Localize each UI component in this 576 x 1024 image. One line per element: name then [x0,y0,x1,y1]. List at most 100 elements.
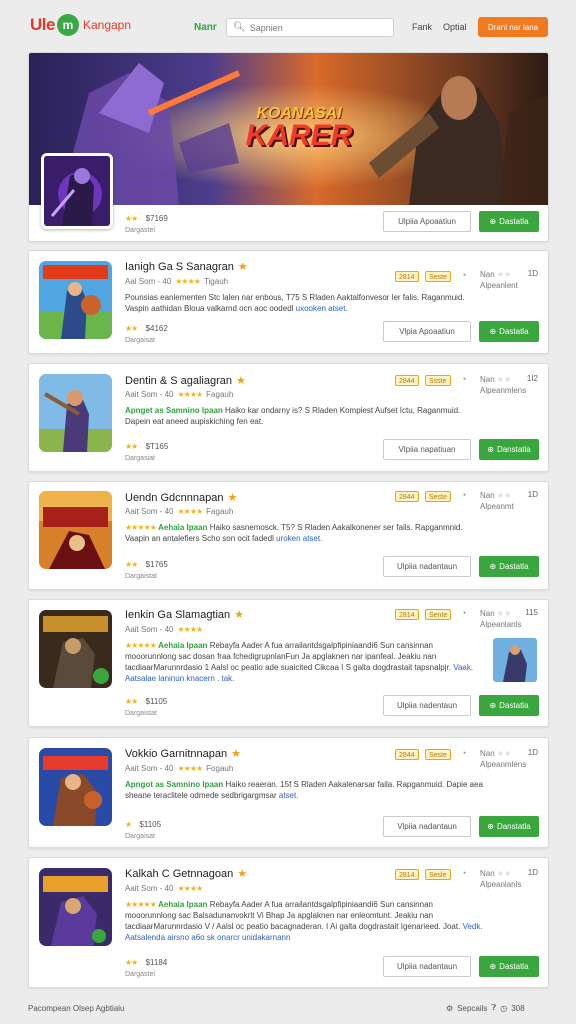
app-description-link[interactable]: atset. [279,791,299,800]
app-card[interactable]: Dentin & S agaliagran ★ Aait Som - 40 ★★★★… [28,363,549,472]
download-icon: ⊕ [489,962,497,971]
app-download-button[interactable]: ⊕ Danstatla [479,816,539,837]
side-info-sub: Alpeanmlens [480,760,527,769]
app-title[interactable]: Ienkin Ga Slamagtian ★ [125,608,244,621]
app-card[interactable]: Uendn Gdcnnnapan ★ Aait Som - 40 ★★★★ Fagau… [28,481,549,590]
app-badge-type: Seste [425,749,451,760]
app-meta: Aait Som - 40 ★★★★ Fagauh [125,507,233,516]
app-description-highlight: Aehaia Ipaan [158,641,208,650]
app-secondary-button[interactable]: Vlpiia napatiuan [383,439,471,460]
info-icon[interactable]: ◔ [461,490,466,500]
app-meta-age: Aait Som - 40 [125,764,174,773]
app-download-button[interactable]: ⊕ Dastatla [479,956,539,977]
info-icon[interactable]: ◔ [461,270,466,280]
app-title[interactable]: Vokkio Garnitnnapan ★ [125,747,241,760]
app-rating-stars: ★ [125,820,132,829]
app-download-button[interactable]: ⊕ Dastatla [479,321,539,342]
app-card[interactable]: Kalkah C Getnnagoan ★ Aait Som - 40 ★★★★ ★… [28,857,549,988]
app-icon[interactable] [39,868,112,946]
search-input[interactable] [249,22,390,33]
featured-download-label: Dastatla [499,217,529,226]
featured-sub-label: Dargastel [125,227,155,234]
app-rating-count: $4162 [145,324,168,333]
logo-mark-icon: m [56,14,79,36]
app-side-info: Nan ★★ Alpeanlent [480,269,518,291]
side-info-number: 1D [527,490,538,499]
app-screenshot-thumbnail[interactable] [493,638,537,682]
info-icon[interactable]: ◔ [461,374,466,384]
app-badge-year: 2844 [395,491,419,502]
app-secondary-button[interactable]: Vlpiia nadantaun [383,816,471,837]
app-badge-year: 2844 [395,749,419,760]
featured-rating: ★★ $7169 [125,214,168,223]
app-rating: ★★ $T165 [125,442,168,451]
info-icon[interactable]: ◔ [461,748,466,758]
favorite-star-icon[interactable]: ★ [234,609,244,621]
app-download-button[interactable]: ⊕ Dastatla [479,556,539,577]
site-logo[interactable]: Ule m Kangapn [30,14,131,36]
favorite-star-icon[interactable]: ★ [237,868,247,880]
app-icon[interactable] [39,261,112,339]
info-icon[interactable]: ◔ [461,608,466,618]
app-secondary-button[interactable]: Vlpia Apoaatiun [383,321,471,342]
featured-secondary-button[interactable]: Ulpiia Apoaatiun [383,211,471,232]
app-badge-type: Seste [425,491,451,502]
app-secondary-button[interactable]: Ulpiia nadantaun [383,556,471,577]
app-description-stars: ★★★★★ [125,641,157,650]
app-meta-genre: Fagauh [206,507,234,516]
app-title-text: Kalkah C Getnnagoan [125,868,234,880]
app-title[interactable]: Uendn Gdcnnnapan ★ [125,491,237,504]
app-card[interactable]: Vokkio Garnitnnapan ★ Aait Som - 40 ★★★★ Fo… [28,737,549,848]
nav-link-options[interactable]: Optial [443,22,467,32]
app-card[interactable]: Ienkin Ga Slamagtian ★ Aait Som - 40 ★★★★ … [28,599,549,727]
search-box[interactable]: 🔍︎ [226,18,394,37]
app-rating: ★★ $4162 [125,324,168,333]
featured-download-button[interactable]: ⊕ Dastatla [479,211,539,232]
app-download-button[interactable]: ⊕ Danstatla [479,439,539,460]
side-info-stars: ★★ [496,375,512,384]
settings-icon[interactable]: ⚙ [446,1004,453,1013]
app-description-stars: ★★★★★ [125,900,157,909]
app-title[interactable]: Kalkah C Getnnagoan ★ [125,867,247,880]
side-info-number: 1D [527,748,538,757]
app-icon[interactable] [39,610,112,688]
search-icon: 🔍︎ [233,22,246,33]
app-description-link[interactable]: uxooken atset. [296,304,348,313]
favorite-star-icon[interactable]: ★ [231,748,241,760]
app-icon[interactable] [39,491,112,569]
app-secondary-button[interactable]: Ulpiia nadantaun [383,956,471,977]
side-info-sub: Alpeanmt [480,502,514,511]
app-side-info: Nan ★★ Alpeanmlens [480,374,526,396]
app-title[interactable]: Ianigh Ga S Sanagran ★ [125,260,248,273]
app-download-button[interactable]: ⊕ Dastatla [479,695,539,716]
side-info-sub: Alpeanlent [480,281,518,290]
app-card[interactable]: Ianigh Ga S Sanagran ★ Aal Som - 40 ★★★★ Ti… [28,250,549,354]
app-meta-stars: ★★★★ [177,884,203,893]
help-icon[interactable]: ❓︎ [491,1003,496,1013]
app-title[interactable]: Dentin & S agaliagran ★ [125,374,246,387]
app-description-link[interactable]: uroken atset. [276,534,322,543]
favorite-star-icon[interactable]: ★ [236,375,246,387]
nav-link-main[interactable]: Nanr [194,22,217,33]
download-icon: ⊕ [487,822,494,831]
favorite-star-icon[interactable]: ★ [238,261,248,273]
app-icon[interactable] [39,374,112,452]
app-secondary-button[interactable]: Ulpiia nadentaun [383,695,471,716]
featured-app-icon[interactable] [41,153,113,229]
app-badge-year: 2814 [395,271,419,282]
app-rating-stars: ★★ [125,958,138,967]
footer-links[interactable]: Pacompean Olsep Agbtiaiu [28,1004,125,1013]
app-badge-type: Sente [425,609,452,620]
info-icon[interactable]: ◔ [461,868,466,878]
side-info-stars: ★★ [496,609,512,618]
featured-rating-stars: ★★ [125,214,138,223]
app-rating-stars: ★★ [125,697,138,706]
footer-settings-label[interactable]: Sepcails [457,1004,487,1013]
app-meta-stars: ★★★★ [177,764,203,773]
app-meta-age: Aait Som - 40 [125,625,174,634]
header-cta-button[interactable]: Dranl nar lana [478,17,548,37]
app-badge-type: Ssste [425,375,451,386]
favorite-star-icon[interactable]: ★ [227,492,237,504]
app-icon[interactable] [39,748,112,826]
nav-link-rank[interactable]: Fank [412,22,432,32]
